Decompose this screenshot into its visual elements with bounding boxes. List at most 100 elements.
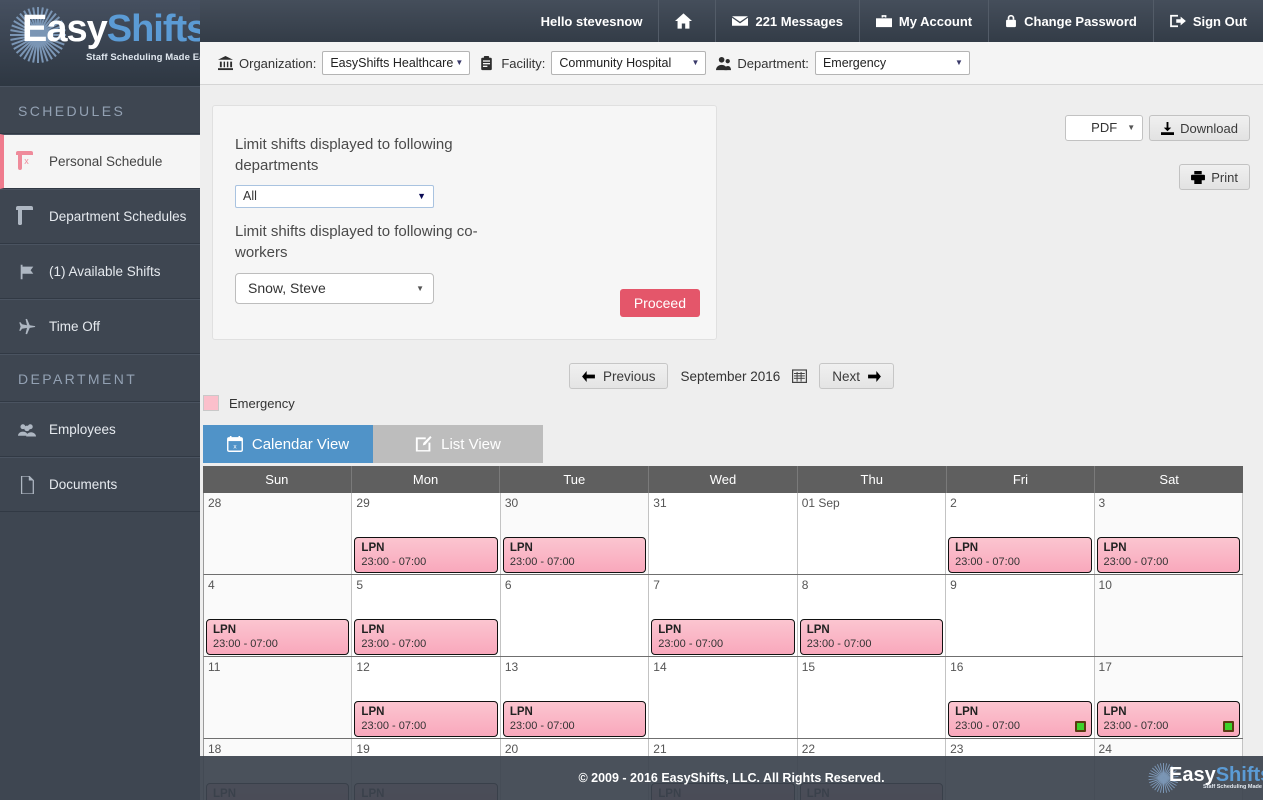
calendar-picker-icon[interactable]: [792, 369, 808, 383]
month-navigation: Previous September 2016 Next: [200, 363, 1263, 389]
sidebar-item-available-shifts[interactable]: (1) Available Shifts: [0, 244, 200, 299]
calendar-header-tue: Tue: [500, 466, 650, 493]
home-button[interactable]: [658, 0, 715, 42]
shift-role: LPN: [361, 542, 385, 554]
facility-group: Facility: Community Hospital: [480, 51, 707, 75]
day-number: 24: [1098, 742, 1112, 756]
calendar-day-cell[interactable]: 12 LPN 23:00 - 07:00: [352, 657, 501, 738]
change-password-label: Change Password: [1024, 13, 1137, 29]
department-select[interactable]: Emergency: [814, 51, 970, 75]
sidebar-item-employees[interactable]: Employees: [0, 402, 200, 457]
sidebar-item-documents[interactable]: Documents: [0, 457, 200, 512]
next-month-button[interactable]: Next: [819, 363, 895, 389]
filter-coworkers-select[interactable]: Snow, Steve: [235, 273, 434, 304]
previous-month-button[interactable]: Previous: [568, 363, 669, 389]
calendar-day-cell[interactable]: 10: [1094, 575, 1243, 656]
shift-role: LPN: [213, 624, 236, 636]
day-number: 15: [801, 660, 816, 674]
day-number: 5: [356, 578, 364, 592]
shift-block[interactable]: LPN 23:00 - 07:00: [502, 701, 647, 737]
download-button[interactable]: Download: [1149, 115, 1250, 141]
print-label: Print: [1211, 169, 1238, 185]
shift-role: LPN: [1103, 542, 1127, 554]
shift-block[interactable]: LPN 23:00 - 07:00: [206, 619, 350, 655]
day-number: 10: [1098, 578, 1112, 592]
shift-time: 23:00 - 07:00: [955, 720, 1020, 732]
my-account-button[interactable]: My Account: [858, 0, 988, 42]
calendar-day-cell[interactable]: 5 LPN 23:00 - 07:00: [352, 575, 501, 656]
shift-block[interactable]: LPN 23:00 - 07:00: [799, 619, 944, 655]
calendar-day-cell[interactable]: 14: [649, 657, 798, 738]
filter-coworkers-label: Limit shifts displayed to following co-w…: [235, 223, 478, 261]
shift-time: 23:00 - 07:00: [955, 556, 1020, 568]
sidebar-item-time-off[interactable]: Time Off: [0, 299, 200, 354]
printer-icon: [1191, 170, 1206, 184]
shift-block[interactable]: LPN 23:00 - 07:00: [651, 619, 795, 655]
print-button[interactable]: Print: [1179, 164, 1250, 190]
day-number: 13: [504, 660, 519, 674]
view-tabs: x Calendar View List View: [203, 425, 543, 463]
legend-color-swatch: [203, 395, 219, 411]
schedule-calendar: Sun Mon Tue Wed Thu Fri Sat 28 29 LPN 23:00 - 07:…: [203, 466, 1243, 800]
sidebar-item-department-schedules[interactable]: Department Schedules: [0, 189, 200, 244]
briefcase-icon: [875, 14, 892, 27]
user-greeting: Hello stevesnow: [540, 13, 643, 29]
calendar-day-cell[interactable]: 29 LPN 23:00 - 07:00: [352, 493, 501, 574]
shift-block[interactable]: LPN 23:00 - 07:00: [948, 701, 1092, 737]
organization-select[interactable]: EasyShifts Healthcare: [322, 51, 471, 75]
facility-select[interactable]: Community Hospital: [551, 51, 707, 75]
shift-block[interactable]: LPN 23:00 - 07:00: [502, 537, 647, 573]
messages-button[interactable]: 221 Messages: [715, 0, 858, 42]
my-account-label: My Account: [898, 13, 973, 29]
day-number: 23: [950, 742, 964, 756]
shift-time: 23:00 - 07:00: [1103, 720, 1169, 732]
note-icon[interactable]: [1222, 721, 1234, 732]
shift-block[interactable]: LPN 23:00 - 07:00: [1096, 701, 1240, 737]
sign-out-icon: [1169, 14, 1186, 28]
calendar-day-cell[interactable]: 7 LPN 23:00 - 07:00: [649, 575, 798, 656]
calendar-day-cell[interactable]: 11: [204, 657, 353, 738]
tab-calendar-view[interactable]: x Calendar View: [203, 425, 373, 463]
filter-departments-label: Limit shifts displayed to following depa…: [235, 136, 453, 174]
calendar-day-cell[interactable]: 4 LPN 23:00 - 07:00: [204, 575, 353, 656]
day-number: 28: [208, 496, 222, 510]
calendar-day-cell[interactable]: 3 LPN 23:00 - 07:00: [1094, 493, 1243, 574]
calendar-day-cell[interactable]: 16 LPN 23:00 - 07:00: [946, 657, 1095, 738]
shift-time: 23:00 - 07:00: [509, 556, 575, 568]
filter-departments-select[interactable]: All: [235, 185, 434, 208]
calendar-x-icon: [18, 150, 38, 171]
proceed-button[interactable]: Proceed: [619, 289, 700, 317]
shift-block[interactable]: LPN 23:00 - 07:00: [1096, 537, 1240, 573]
calendar-day-cell[interactable]: 6: [500, 575, 650, 656]
sign-out-button[interactable]: Sign Out: [1152, 0, 1263, 42]
shift-role: LPN: [806, 624, 830, 636]
calendar-day-cell[interactable]: 9: [946, 575, 1095, 656]
department-label: Department:: [737, 55, 809, 71]
day-number: 12: [356, 660, 370, 674]
calendar-day-cell[interactable]: 13 LPN 23:00 - 07:00: [500, 657, 650, 738]
calendar-day-cell[interactable]: 15: [797, 657, 947, 738]
calendar-day-cell[interactable]: 01 Sep: [797, 493, 947, 574]
calendar-day-cell[interactable]: 2 LPN 23:00 - 07:00: [946, 493, 1095, 574]
export-tools: PDF Download Print: [1060, 115, 1250, 190]
calendar-day-cell[interactable]: 30 LPN 23:00 - 07:00: [500, 493, 650, 574]
bank-icon: [218, 55, 233, 71]
calendar-day-cell[interactable]: 17 LPN 23:00 - 07:00: [1094, 657, 1243, 738]
shift-block[interactable]: LPN 23:00 - 07:00: [948, 537, 1092, 573]
export-format-select[interactable]: PDF: [1065, 115, 1144, 141]
tab-list-view[interactable]: List View: [373, 425, 543, 463]
sidebar-item-personal-schedule[interactable]: Personal Schedule: [0, 134, 200, 189]
legend-label: Emergency: [229, 395, 295, 411]
calendar-day-cell[interactable]: 8 LPN 23:00 - 07:00: [797, 575, 947, 656]
calendar-week-row: 11 12 LPN 23:00 - 07:00 13 LPN 23:00 - 07:00 14…: [203, 657, 1243, 739]
day-number: 16: [950, 660, 964, 674]
shift-block[interactable]: LPN 23:00 - 07:00: [354, 537, 498, 573]
shift-block[interactable]: LPN 23:00 - 07:00: [354, 619, 498, 655]
shift-time: 23:00 - 07:00: [361, 556, 427, 568]
shift-block[interactable]: LPN 23:00 - 07:00: [354, 701, 498, 737]
calendar-day-cell[interactable]: 31: [649, 493, 798, 574]
organization-label: Organization:: [239, 55, 317, 71]
calendar-day-cell[interactable]: 28: [204, 493, 353, 574]
note-icon[interactable]: [1074, 721, 1086, 732]
change-password-button[interactable]: Change Password: [988, 0, 1153, 42]
